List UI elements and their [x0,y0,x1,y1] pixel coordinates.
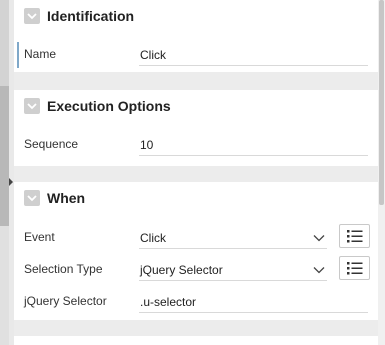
left-pane-upper [0,0,9,86]
list-icon [346,229,362,242]
execution-options-section: Execution Options Sequence 10 [14,90,378,166]
chevron-down-icon[interactable] [24,98,40,114]
selection-type-value: jQuery Selector [140,262,223,277]
selection-type-select[interactable]: jQuery Selector [139,259,327,281]
event-row: Event Click [14,221,378,253]
jquery-selector-row: jQuery Selector .u-selector [14,285,378,317]
chevron-down-icon[interactable] [24,190,40,206]
jquery-selector-label: jQuery Selector [24,294,107,308]
sequence-row: Sequence 10 [14,128,378,160]
jquery-selector-field[interactable]: .u-selector [139,291,368,313]
sequence-label: Sequence [24,137,79,151]
name-row: Name Click [14,38,378,70]
left-pane-scroll-region [0,86,9,226]
event-label: Event [24,230,55,244]
jquery-selector-value: .u-selector [140,294,197,309]
identification-section: Identification Name Click [14,0,378,72]
execution-options-section-title: Execution Options [47,98,171,114]
identification-section-title: Identification [47,8,135,24]
event-list-button[interactable] [339,224,370,248]
chevron-down-icon [313,266,325,273]
sequence-field[interactable]: 10 [139,134,368,156]
chevron-down-icon[interactable] [24,8,40,24]
event-value: Click [140,230,166,245]
property-panel: Identification Name Click Execution Opti… [14,0,378,345]
when-section-title: When [47,190,86,206]
name-field[interactable]: Click [139,44,368,66]
when-section-header[interactable]: When [14,182,378,214]
list-icon [346,261,362,274]
identification-section-header[interactable]: Identification [14,0,378,32]
left-pane-edge [0,0,9,345]
when-section: When Event Click Selection Type jQuery S… [14,182,378,320]
event-select[interactable]: Click [139,227,327,249]
vertical-scrollbar[interactable] [378,0,385,345]
splitter-expand-arrow-icon[interactable] [9,178,13,186]
name-value: Click [140,47,166,62]
selection-type-label: Selection Type [24,262,103,276]
sequence-value: 10 [140,137,154,152]
active-field-marker [17,42,19,68]
chevron-down-icon [313,234,325,241]
scrollbar-thumb[interactable] [379,0,384,205]
name-label: Name [24,47,57,61]
next-section [14,336,378,345]
selection-type-row: Selection Type jQuery Selector [14,253,378,285]
selection-type-list-button[interactable] [339,256,370,280]
execution-options-section-header[interactable]: Execution Options [14,90,378,122]
